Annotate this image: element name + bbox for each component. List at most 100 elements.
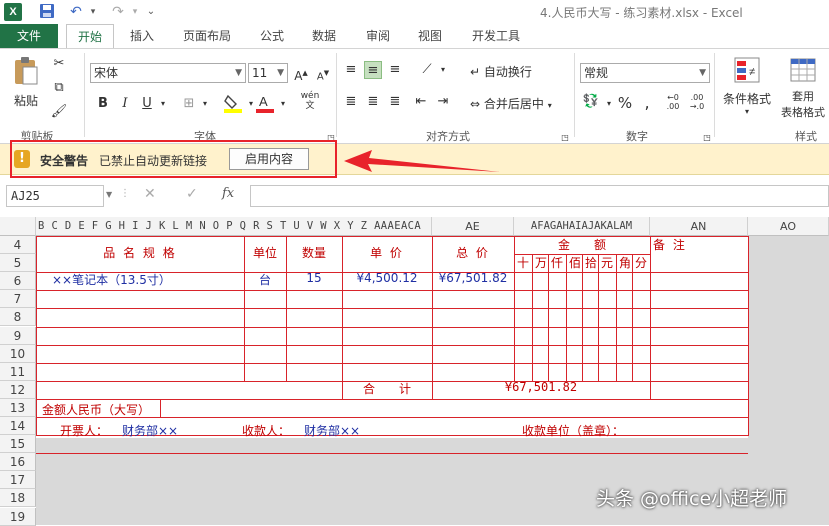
payee-value[interactable]: 财务部×× [304,422,360,439]
align-bottom-icon[interactable]: ≡ [386,61,404,79]
row-header[interactable]: 15 [0,435,36,454]
digit-header[interactable]: 元 [599,254,615,271]
worksheet-grid[interactable]: B C D E F G H I J K L M N O P Q R S T U … [0,217,829,526]
sum-value[interactable]: ¥67,501.82 [432,380,650,394]
tab-page-layout[interactable]: 页面布局 [176,24,238,48]
undo-icon[interactable]: ↶ [66,3,86,21]
row-header[interactable]: 11 [0,362,36,381]
cut-icon[interactable]: ✂ [50,55,68,73]
header-unit-price[interactable]: 单 价 [342,244,432,261]
font-color-icon[interactable]: A [256,93,274,113]
digit-header[interactable]: 仟 [549,254,565,271]
increase-indent-icon[interactable]: ⇥ [434,93,452,111]
row6-unit[interactable]: 台 [244,271,286,288]
row-header[interactable]: 19 [0,507,36,526]
orientation-dropdown-icon[interactable]: ▾ [434,61,452,79]
row6-product-name[interactable]: ××笔记本（13.5寸） [52,271,171,288]
conditional-format-button[interactable]: ≠ 条件格式 ▾ [718,55,776,116]
column-header-an[interactable]: AN [650,217,748,236]
font-color-dropdown-icon[interactable]: ▾ [274,95,292,113]
redo-dropdown-icon[interactable]: ▾ [130,3,140,21]
copy-icon[interactable]: ⧉ [50,79,68,97]
row-header[interactable]: 14 [0,417,36,436]
row-header[interactable]: 9 [0,326,36,345]
formula-input[interactable] [250,185,829,207]
row-header[interactable]: 6 [0,272,36,291]
format-painter-icon[interactable]: 🖌 [50,103,68,121]
digit-header[interactable]: 角 [617,254,633,271]
align-middle-icon[interactable]: ≡ [364,61,382,79]
row-header[interactable]: 18 [0,489,36,508]
percent-icon[interactable]: % [616,94,634,112]
row6-quantity[interactable]: 15 [286,271,342,285]
tab-home[interactable]: 开始 [66,24,114,49]
underline-dropdown-icon[interactable]: ▾ [154,95,172,113]
header-amount[interactable]: 金 额 [514,236,650,253]
row-header[interactable]: 8 [0,308,36,327]
header-remark[interactable]: 备 注 [653,236,747,253]
column-headers-b-ad[interactable]: B C D E F G H I J K L M N O P Q R S T U … [36,217,432,236]
fill-color-icon[interactable] [224,93,242,113]
italic-icon[interactable]: I [116,95,134,113]
row-header[interactable]: 10 [0,344,36,363]
column-header-ae[interactable]: AE [432,217,514,236]
select-all-corner[interactable] [0,217,36,236]
row-header[interactable]: 4 [0,236,36,255]
font-name-select[interactable]: 宋体 ▼ [90,63,246,83]
column-headers-af-am[interactable]: AFAGAHAIAJAKALAM [514,217,650,236]
customize-qat-icon[interactable]: ⌄ [146,3,156,21]
tab-developer[interactable]: 开发工具 [464,24,528,48]
bold-icon[interactable]: B [94,95,112,113]
merge-center-button[interactable]: ⇔ 合并后居中 ▾ [470,95,552,115]
issuer-label[interactable]: 开票人： [60,422,108,439]
digit-header[interactable]: 万 [533,254,549,271]
redo-icon[interactable]: ↷ [108,3,128,21]
wrap-text-button[interactable]: ↵ 自动换行 [470,63,532,81]
payee-label[interactable]: 收款人： [242,422,290,439]
tab-formulas[interactable]: 公式 [254,24,290,48]
digit-header[interactable]: 拾 [583,254,599,271]
tab-insert[interactable]: 插入 [122,24,162,48]
row-header[interactable]: 7 [0,290,36,309]
decrease-indent-icon[interactable]: ⇤ [412,93,430,111]
rmb-uppercase-label[interactable]: 金额人民币（大写） [42,401,150,418]
tab-data[interactable]: 数据 [306,24,342,48]
format-as-table-button[interactable]: 套用 表格格式 [774,55,829,121]
column-header-ao[interactable]: AO [748,217,829,236]
grow-font-icon[interactable]: A▲ [292,64,310,83]
align-right-icon[interactable]: ≣ [386,93,404,111]
cancel-icon[interactable]: ✕ [144,186,156,202]
sum-label[interactable]: 合 计 [342,380,432,397]
decrease-decimal-icon[interactable]: .00 →.0 [688,93,706,111]
shrink-font-icon[interactable]: A▼ [314,64,332,82]
row-header[interactable]: 12 [0,380,36,399]
row-header[interactable]: 16 [0,453,36,472]
row-header[interactable]: 17 [0,471,36,490]
save-icon[interactable] [38,3,56,21]
header-unit[interactable]: 单位 [244,244,286,261]
align-center-icon[interactable]: ≣ [364,93,382,111]
align-top-icon[interactable]: ≡ [342,61,360,79]
enter-icon[interactable]: ✓ [186,186,198,202]
issuer-value[interactable]: 财务部×× [122,422,178,439]
row6-unit-price[interactable]: ¥4,500.12 [342,271,432,285]
tab-review[interactable]: 审阅 [360,24,396,48]
tab-view[interactable]: 视图 [412,24,448,48]
header-product-name[interactable]: 品 名 规 格 [36,244,244,261]
row-header[interactable]: 5 [0,254,36,273]
phonetic-icon[interactable]: wén 文 [298,91,322,111]
borders-dropdown-icon[interactable]: ▾ [196,95,214,113]
digit-header[interactable]: 十 [515,254,531,271]
receiving-unit-label[interactable]: 收款单位（盖章）： [522,422,624,439]
font-size-select[interactable]: 11 ▼ [248,63,288,83]
header-total-price[interactable]: 总 价 [432,244,514,261]
number-format-select[interactable]: 常规 ▼ [580,63,710,83]
increase-decimal-icon[interactable]: ←0.00 [664,93,682,111]
name-box[interactable]: AJ25 [6,185,104,207]
header-quantity[interactable]: 数量 [286,244,342,261]
digit-header[interactable]: 佰 [567,254,583,271]
row6-total-price[interactable]: ¥67,501.82 [432,271,514,285]
currency-icon[interactable]: 💱 [582,93,600,111]
name-box-dropdown-icon[interactable]: ▼ [106,190,112,199]
undo-dropdown-icon[interactable]: ▾ [88,3,98,21]
